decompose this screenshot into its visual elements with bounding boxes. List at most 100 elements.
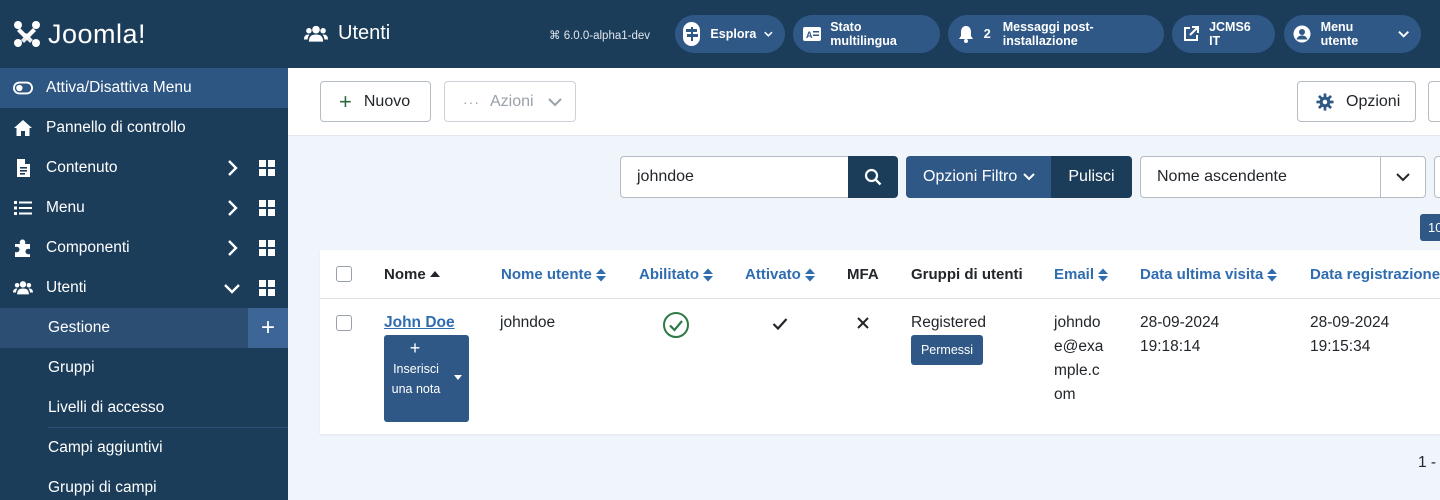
sidebar-toggle-label: Attiva/Disattiva Menu xyxy=(46,79,192,96)
plus-icon: + xyxy=(409,338,421,358)
user-menu-button[interactable]: Menu utente xyxy=(1284,15,1421,53)
messages-count-badge: 2 xyxy=(983,27,991,41)
dashboard-grid-icon[interactable] xyxy=(259,240,275,256)
last-visit-time: 19:18:14 xyxy=(1140,338,1201,355)
users-table: Nome Nome utente Abilitato Attivato MFA … xyxy=(320,250,1440,434)
user-groups-cell: Registered xyxy=(911,314,986,331)
sidebar-item-menu[interactable]: Menu xyxy=(0,188,288,228)
sidebar-item-components[interactable]: Componenti xyxy=(0,228,288,268)
column-header-label: Data ultima visita xyxy=(1140,266,1264,283)
puzzle-icon xyxy=(12,237,34,259)
caret-down-icon xyxy=(454,375,462,380)
plus-icon: + xyxy=(339,88,352,114)
explore-button[interactable]: Esplora xyxy=(675,15,785,53)
home-icon xyxy=(12,117,34,139)
email-line: johndo xyxy=(1054,314,1101,331)
column-header-email[interactable]: Email xyxy=(1054,266,1109,283)
select-all-checkbox[interactable] xyxy=(336,266,352,282)
toggle-icon xyxy=(12,77,34,99)
user-menu-label: Menu utente xyxy=(1320,20,1359,48)
row-checkbox[interactable] xyxy=(336,315,352,331)
help-button[interactable] xyxy=(1428,81,1440,122)
sidebar-subitem-groups[interactable]: Gruppi xyxy=(0,348,288,388)
chevron-down-icon xyxy=(1398,30,1409,38)
brand-logo[interactable]: Joomla! xyxy=(0,0,288,68)
sidebar-subitem-field-groups[interactable]: Gruppi di campi xyxy=(0,468,288,500)
list-limit-badge: 10 xyxy=(1420,214,1440,241)
page-title: Utenti xyxy=(304,22,390,45)
new-button-label: Nuovo xyxy=(363,92,411,110)
column-header-label: Email xyxy=(1054,266,1095,283)
chevron-down-icon xyxy=(1023,173,1035,181)
sidebar-item-label: Pannello di controllo xyxy=(46,119,186,136)
site-link-button[interactable]: JCMS6 IT xyxy=(1172,15,1275,53)
column-header-username[interactable]: Nome utente xyxy=(501,266,606,283)
dashboard-grid-icon[interactable] xyxy=(259,160,275,176)
chevron-right-icon[interactable] xyxy=(222,158,242,178)
joomla-small-icon: ⌘ xyxy=(549,30,561,42)
dashboard-grid-icon[interactable] xyxy=(259,200,275,216)
dashboard-grid-icon[interactable] xyxy=(259,280,275,296)
page-title-text: Utenti xyxy=(338,22,391,44)
add-user-button[interactable]: + xyxy=(248,308,288,348)
users-icon xyxy=(12,277,34,299)
user-name-link[interactable]: John Doe xyxy=(384,311,455,335)
chevron-down-icon[interactable] xyxy=(222,278,242,298)
column-header-activated[interactable]: Attivato xyxy=(745,266,815,283)
column-header-name[interactable]: Nome xyxy=(384,266,440,283)
ellipsis-icon: ··· xyxy=(463,93,480,110)
joomla-logo-icon xyxy=(14,21,40,47)
external-link-icon xyxy=(1180,23,1201,45)
post-install-messages-button[interactable]: 2 Messaggi post-installazione xyxy=(948,15,1164,53)
options-button[interactable]: Opzioni xyxy=(1297,81,1416,122)
mfa-cross-icon xyxy=(857,317,869,329)
gear-icon xyxy=(1316,92,1334,111)
sort-icon xyxy=(804,268,815,281)
column-header-last-visit[interactable]: Data ultima visita xyxy=(1140,266,1278,283)
list-limit-select[interactable] xyxy=(1434,156,1440,198)
clear-button[interactable]: Pulisci xyxy=(1051,156,1132,198)
sidebar-subitem-label: Campi aggiuntivi xyxy=(48,439,163,456)
sidebar-toggle-menu[interactable]: Attiva/Disattiva Menu xyxy=(0,68,288,108)
email-cell: johndo e@exa mple.c om xyxy=(1054,311,1103,407)
filter-options-button[interactable]: Opzioni Filtro xyxy=(906,156,1052,198)
site-link-label: JCMS6 IT xyxy=(1209,20,1251,48)
user-circle-icon xyxy=(1292,23,1313,45)
pagination-counter: 1 - xyxy=(1418,454,1437,471)
brand-name: Joomla! xyxy=(48,18,147,49)
sort-icon xyxy=(703,268,713,281)
signpost-icon xyxy=(683,22,701,46)
search-button[interactable] xyxy=(848,156,898,198)
sidebar-subitem-fields[interactable]: Campi aggiuntivi xyxy=(0,428,288,468)
search-input[interactable]: johndoe xyxy=(620,156,849,198)
sort-select[interactable]: Nome ascendente xyxy=(1140,156,1426,198)
chevron-right-icon[interactable] xyxy=(222,238,242,258)
toolbar: + Nuovo ··· Azioni Opzioni xyxy=(288,68,1440,136)
options-label: Opzioni xyxy=(1346,92,1401,110)
column-header-registered[interactable]: Data registrazione xyxy=(1310,266,1440,283)
actions-label: Azioni xyxy=(490,92,534,110)
sidebar-subitem-access-levels[interactable]: Livelli di accesso xyxy=(0,388,288,428)
sidebar-item-dashboard[interactable]: Pannello di controllo xyxy=(0,108,288,148)
sort-select-value: Nome ascendente xyxy=(1157,168,1287,185)
registered-date: 28-09-2024 xyxy=(1310,314,1390,331)
divider xyxy=(320,298,1440,299)
multilingual-status-button[interactable]: A Stato multilingua xyxy=(793,15,940,53)
add-note-button[interactable]: + Inserisci una nota xyxy=(384,335,469,422)
chevron-right-icon[interactable] xyxy=(222,198,242,218)
column-header-label: Data registrazione xyxy=(1310,266,1440,283)
filter-options-label: Opzioni Filtro xyxy=(923,168,1018,185)
file-icon xyxy=(12,157,34,179)
sidebar-item-content[interactable]: Contenuto xyxy=(0,148,288,188)
sidebar-subitem-manage[interactable]: Gestione + xyxy=(0,308,288,348)
column-header-enabled[interactable]: Abilitato xyxy=(639,266,713,283)
actions-dropdown[interactable]: ··· Azioni xyxy=(444,81,576,122)
sidebar-item-users[interactable]: Utenti xyxy=(0,268,288,308)
sort-ascending-icon xyxy=(429,270,440,277)
enabled-check-circle-icon[interactable] xyxy=(662,311,690,339)
sidebar: Joomla! Attiva/Disattiva Menu Pannello d… xyxy=(0,0,288,500)
email-line: om xyxy=(1054,386,1076,403)
new-button[interactable]: + Nuovo xyxy=(320,81,431,122)
explore-label: Esplora xyxy=(710,27,757,41)
permissions-button[interactable]: Permessi xyxy=(911,335,983,365)
